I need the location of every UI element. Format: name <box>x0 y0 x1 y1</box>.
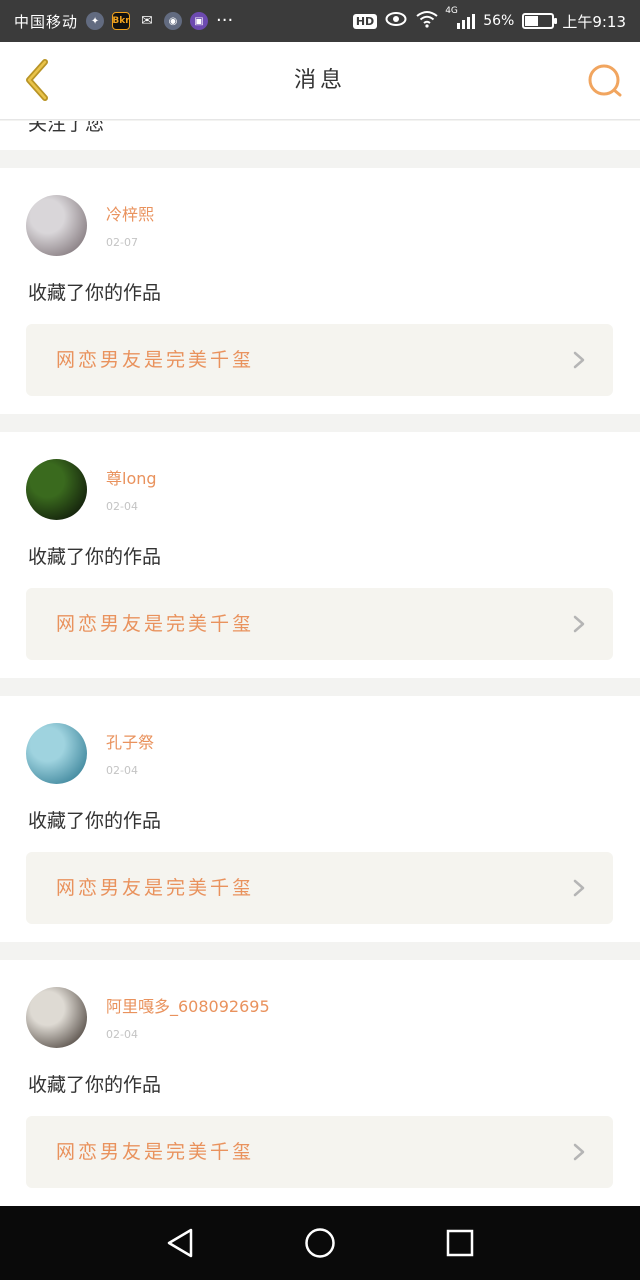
avatar[interactable] <box>26 987 87 1048</box>
chevron-right-icon <box>573 351 585 369</box>
work-link[interactable]: 网恋男友是完美千玺 <box>26 852 613 924</box>
chevron-right-icon <box>573 879 585 897</box>
header: 消息 <box>0 42 640 120</box>
avatar[interactable] <box>26 195 87 256</box>
wifi-icon <box>415 10 439 32</box>
status-bar-right: HD 4G 56% 上午9:13 <box>352 6 626 32</box>
chevron-left-icon <box>26 59 48 101</box>
username[interactable]: 尊long <box>106 465 157 489</box>
status-bar-left: 中国移动 ✦ Bkr ✉ ◉ ▣ ··· <box>14 11 233 32</box>
notification-list[interactable]: 关注了您 冷梓熙 02-07 收藏了你的作品 网恋男友是完美千玺 尊long 0… <box>0 121 640 1206</box>
network-type-label: 4G <box>445 5 458 16</box>
purple-app-icon: ▣ <box>190 12 209 30</box>
notification-card-partial[interactable]: 关注了您 <box>0 121 640 150</box>
work-link[interactable]: 网恋男友是完美千玺 <box>26 324 613 396</box>
timestamp: 02-04 <box>106 500 138 513</box>
work-title: 网恋男友是完美千玺 <box>56 349 255 371</box>
work-title: 网恋男友是完美千玺 <box>56 1141 255 1163</box>
bkr-app-icon: Bkr <box>112 12 131 30</box>
carrier-label: 中国移动 <box>14 12 79 31</box>
timestamp: 02-04 <box>106 764 138 777</box>
search-button[interactable] <box>584 60 626 102</box>
circle-home-icon <box>305 1228 335 1258</box>
username[interactable]: 孔子祭 <box>106 729 154 753</box>
notification-card[interactable]: 尊long 02-04 收藏了你的作品 网恋男友是完美千玺 <box>0 432 640 678</box>
timestamp: 02-04 <box>106 1028 138 1041</box>
work-link[interactable]: 网恋男友是完美千玺 <box>26 1116 613 1188</box>
chevron-right-icon <box>573 1143 585 1161</box>
timestamp: 02-07 <box>106 236 138 249</box>
action-text: 收藏了你的作品 <box>28 546 162 568</box>
username[interactable]: 阿里嘎多_608092695 <box>106 993 270 1017</box>
notification-app-icon: ✦ <box>86 12 105 30</box>
username[interactable]: 冷梓熙 <box>106 201 154 225</box>
cellular-signal-icon: 4G <box>445 6 476 29</box>
partial-action-text: 关注了您 <box>28 121 105 135</box>
battery-percent: 56% <box>483 13 515 29</box>
battery-icon <box>522 13 558 29</box>
triangle-back-icon <box>167 1228 193 1258</box>
avatar[interactable] <box>26 459 87 520</box>
action-text: 收藏了你的作品 <box>28 282 162 304</box>
wechat-icon: ✉ <box>141 13 153 29</box>
chevron-right-icon <box>573 615 585 633</box>
nav-recent-button[interactable] <box>440 1223 480 1263</box>
notification-card[interactable]: 冷梓熙 02-07 收藏了你的作品 网恋男友是完美千玺 <box>0 168 640 414</box>
work-title: 网恋男友是完美千玺 <box>56 613 255 635</box>
work-title: 网恋男友是完美千玺 <box>56 877 255 899</box>
work-link[interactable]: 网恋男友是完美千玺 <box>26 588 613 660</box>
nav-home-button[interactable] <box>300 1223 340 1263</box>
hd-badge: HD <box>352 13 378 29</box>
page-title: 消息 <box>293 68 346 93</box>
nav-back-button[interactable] <box>160 1223 200 1263</box>
back-button[interactable] <box>12 54 64 106</box>
action-text: 收藏了你的作品 <box>28 1074 162 1096</box>
notification-card[interactable]: 阿里嘎多_608092695 02-04 收藏了你的作品 网恋男友是完美千玺 <box>0 960 640 1206</box>
clock: 上午9:13 <box>562 12 626 31</box>
status-bar: 中国移动 ✦ Bkr ✉ ◉ ▣ ··· HD 4G 56% 上午9:13 <box>0 0 640 42</box>
system-nav-bar <box>0 1206 640 1280</box>
more-notifications-icon: ··· <box>216 10 234 31</box>
game-app-icon: ◉ <box>164 12 183 30</box>
action-text: 收藏了你的作品 <box>28 810 162 832</box>
eye-icon <box>385 11 407 31</box>
notification-card[interactable]: 孔子祭 02-04 收藏了你的作品 网恋男友是完美千玺 <box>0 696 640 942</box>
avatar[interactable] <box>26 723 87 784</box>
search-icon <box>588 64 622 97</box>
square-recent-icon <box>446 1229 474 1257</box>
